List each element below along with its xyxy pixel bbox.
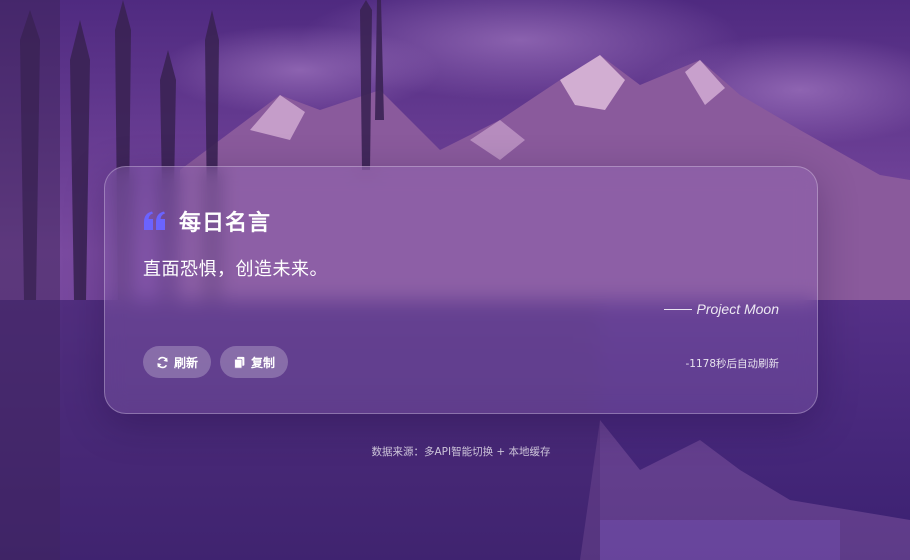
refresh-button[interactable]: 刷新 — [143, 346, 212, 378]
copy-button[interactable]: 复制 — [220, 346, 289, 378]
refresh-button-label: 刷新 — [174, 355, 199, 370]
quote-text: 直面恐惧，创造未来。 — [143, 259, 328, 280]
refresh-icon — [157, 356, 168, 368]
button-row: 刷新 复制 — [143, 346, 297, 378]
card-header: 每日名言 — [143, 205, 271, 237]
quote-icon — [144, 211, 165, 230]
auto-refresh-timer: -1178秒后自动刷新 — [685, 358, 779, 370]
copy-icon — [234, 356, 245, 369]
copy-button-label: 复制 — [251, 355, 276, 370]
data-source-note: 数据来源：多API智能切换 + 本地缓存 — [371, 446, 551, 458]
quote-card: 每日名言 直面恐惧，创造未来。 Project Moon 刷新 复制 -1178… — [104, 166, 818, 414]
quote-author: Project Moon — [663, 301, 779, 317]
page-background: 每日名言 直面恐惧，创造未来。 Project Moon 刷新 复制 -1178… — [0, 0, 910, 560]
author-dash — [663, 308, 692, 310]
author-name: Project Moon — [696, 301, 779, 317]
card-title: 每日名言 — [179, 210, 272, 236]
